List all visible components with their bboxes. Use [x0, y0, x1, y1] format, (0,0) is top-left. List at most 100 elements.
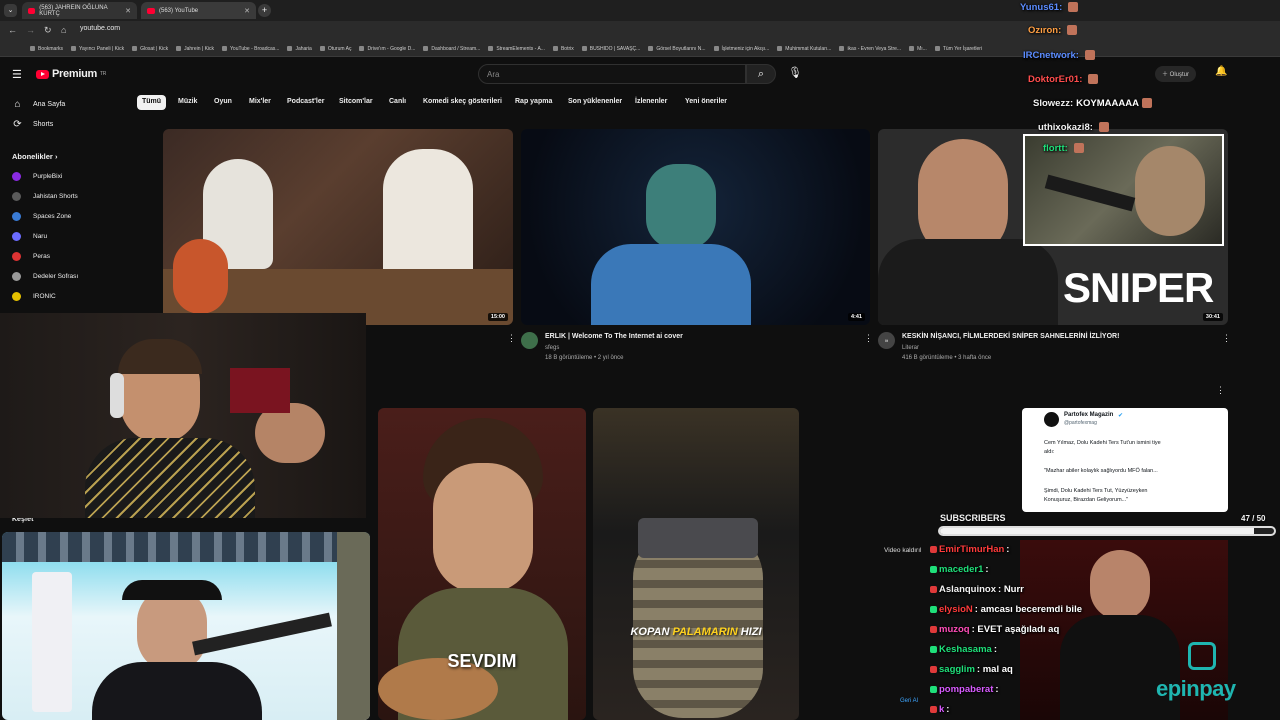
tab-title: (563) YouTube: [159, 7, 199, 14]
background-poster: [230, 368, 290, 413]
bookmark-item[interactable]: YouTube - Broadcas...: [222, 46, 279, 52]
bookmark-item[interactable]: Oturum Aç: [320, 46, 352, 52]
mic-icon[interactable]: 🎙: [787, 66, 803, 82]
bookmark-item[interactable]: Jaharia: [287, 46, 311, 52]
url-field[interactable]: youtube.com: [80, 25, 120, 37]
new-tab-button[interactable]: +: [258, 4, 271, 17]
chat-message: EmirTimurHan:: [930, 544, 1009, 555]
subscription-item[interactable]: Peras: [12, 252, 50, 261]
subscription-item[interactable]: Dedeler Sofrası: [12, 272, 78, 281]
undo-button[interactable]: Geri Al: [900, 698, 918, 704]
short-caption: KOPAN PALAMARIN HIZI: [593, 626, 799, 638]
menu-icon[interactable]: ☰: [12, 68, 22, 81]
chat-message: DoktorEr01:: [1028, 74, 1100, 85]
bookmark-item[interactable]: BUSHIDO | SAVAŞÇ...: [582, 46, 641, 52]
bookmark-item[interactable]: ikas - Evren Veya Stre...: [839, 46, 901, 52]
tab-search-button[interactable]: ⌄: [4, 4, 17, 17]
more-options-icon[interactable]: ⋮: [864, 333, 873, 344]
channel-avatar[interactable]: [521, 332, 538, 349]
bookmark-item[interactable]: Tüm Yer İşaretleri: [935, 46, 982, 52]
browser-tab-2[interactable]: (563) YouTube ✕: [141, 2, 256, 19]
forward-icon[interactable]: →: [26, 25, 35, 35]
short-thumbnail-2[interactable]: KOPAN PALAMARIN HIZI: [593, 408, 799, 720]
bookmark-item[interactable]: Jahrein | Kick: [176, 46, 214, 52]
bookmark-item[interactable]: Dashboard / Stream...: [423, 46, 480, 52]
chip-6[interactable]: Canlı: [384, 95, 411, 110]
bookmark-item[interactable]: İşletmeniz için Akışı...: [714, 46, 770, 52]
tweet-line: Cem Yılmaz, Dolu Kadehi Ters Tut'un ismi…: [1044, 440, 1161, 446]
subscription-item[interactable]: Naru: [12, 232, 47, 241]
subscription-item[interactable]: IRONIC: [12, 292, 56, 301]
chip-9[interactable]: Son yüklenenler: [563, 95, 627, 110]
thumbnail-text: SNIPER: [1063, 264, 1214, 311]
chip-4[interactable]: Podcast'ler: [282, 95, 329, 110]
chat-username: elysioN: [939, 604, 973, 615]
chip-5[interactable]: Sitcom'lar: [334, 95, 378, 110]
browser-tab-1[interactable]: (563) JAHREIN OĞLUNA KÜRTÇ ✕: [22, 2, 137, 19]
chip-1[interactable]: Müzik: [173, 95, 202, 110]
more-options-icon[interactable]: ⋮: [507, 333, 516, 344]
tweet-line: Konuşuruz, Birazdan Geliyorum...": [1044, 497, 1129, 503]
shorts-icon: ⟳: [13, 119, 22, 130]
chip-7[interactable]: Komedi skeç gösterileri: [418, 95, 507, 110]
home-button-icon[interactable]: ⌂: [61, 25, 66, 35]
subscription-item[interactable]: PurpleBixi: [12, 172, 62, 181]
bookmark-item[interactable]: StreamElements - A...: [488, 46, 545, 52]
video-thumbnail-1[interactable]: 15:00: [163, 129, 513, 325]
tweet-line: Şimdi, Dolu Kadehi Ters Tut, Yüzyüzeyken: [1044, 488, 1148, 494]
bookmark-item[interactable]: Görsel Boyutlarını N...: [648, 46, 705, 52]
more-options-icon[interactable]: ⋮: [1222, 333, 1231, 344]
channel-name[interactable]: Literar: [902, 345, 919, 351]
tab-title: (563) JAHREIN OĞLUNA KÜRTÇ: [39, 4, 108, 17]
bookmark-item[interactable]: Mı...: [909, 46, 927, 52]
channel-name[interactable]: sfegs: [545, 345, 559, 351]
badge-icon: [930, 685, 937, 693]
search-input[interactable]: Ara: [478, 64, 746, 84]
verified-icon: ✔: [1118, 413, 1124, 419]
chip-3[interactable]: Mix'ler: [244, 95, 276, 110]
headphones: [110, 373, 124, 418]
create-button[interactable]: ＋ Oluştur: [1155, 66, 1197, 82]
chip-2[interactable]: Oyun: [209, 95, 237, 110]
subscription-label: Dedeler Sofrası: [33, 273, 79, 280]
chip-10[interactable]: İzlenenler: [630, 95, 672, 110]
short-thumbnail-1[interactable]: SEVDIM: [378, 408, 586, 720]
chat-message: Aslanquinox: Nurr: [930, 584, 1024, 595]
subscription-item[interactable]: Jahistan Shorts: [12, 192, 78, 201]
video-duration: 30:41: [1202, 313, 1223, 321]
nav-home[interactable]: ⌂ Ana Sayfa: [12, 99, 65, 110]
youtube-logo[interactable]: Premium TR: [36, 68, 106, 80]
channel-avatar[interactable]: lit: [878, 332, 895, 349]
video-thumbnail-2[interactable]: 4:41: [521, 129, 870, 325]
bookmark-item[interactable]: Bookmarks: [30, 46, 63, 52]
chevron-right-icon: ›: [54, 152, 58, 161]
nav-shorts[interactable]: ⟳ Shorts: [12, 119, 53, 130]
video-title[interactable]: KESKİN NİŞANCI, FİLMLERDEKİ SNİPER SAHNE…: [902, 333, 1119, 340]
video-title[interactable]: ERLIK | Welcome To The Internet ai cover: [545, 333, 683, 340]
bookmark-item[interactable]: Drive'ım - Google D...: [359, 46, 415, 52]
inset-face: [173, 239, 228, 314]
chip-0[interactable]: Tümü: [137, 95, 167, 110]
emote-icon: [1084, 50, 1095, 61]
more-options-icon[interactable]: ⋮: [1216, 385, 1225, 396]
chip-11[interactable]: Yeni öneriler: [680, 95, 732, 110]
bookmark-item[interactable]: Glosat | Kick: [132, 46, 168, 52]
close-tab-icon[interactable]: ✕: [244, 7, 250, 15]
chat-username: uthixokazi8:: [1038, 122, 1093, 133]
chip-8[interactable]: Rap yapma: [510, 95, 557, 110]
bookmark-item[interactable]: Muhimmat Kutuları...: [777, 46, 831, 52]
reload-icon[interactable]: ↻: [44, 25, 52, 36]
chat-message: maceder1:: [930, 564, 989, 575]
subscription-label: IRONIC: [33, 293, 56, 300]
subscriptions-heading[interactable]: Abonelikler ›: [12, 152, 57, 161]
chat-text: :: [985, 564, 989, 575]
person-body: [878, 239, 1058, 325]
bookmark-item[interactable]: Botrix: [553, 46, 574, 52]
bookmark-item[interactable]: Yayıncı Paneli | Kick: [71, 46, 124, 52]
bollard: [638, 518, 758, 558]
search-button[interactable]: ⌕: [746, 64, 776, 84]
subscription-item[interactable]: Spaces Zone: [12, 212, 71, 221]
back-icon[interactable]: ←: [8, 25, 17, 35]
notifications-icon[interactable]: 🔔: [1215, 66, 1227, 77]
close-tab-icon[interactable]: ✕: [125, 7, 131, 15]
